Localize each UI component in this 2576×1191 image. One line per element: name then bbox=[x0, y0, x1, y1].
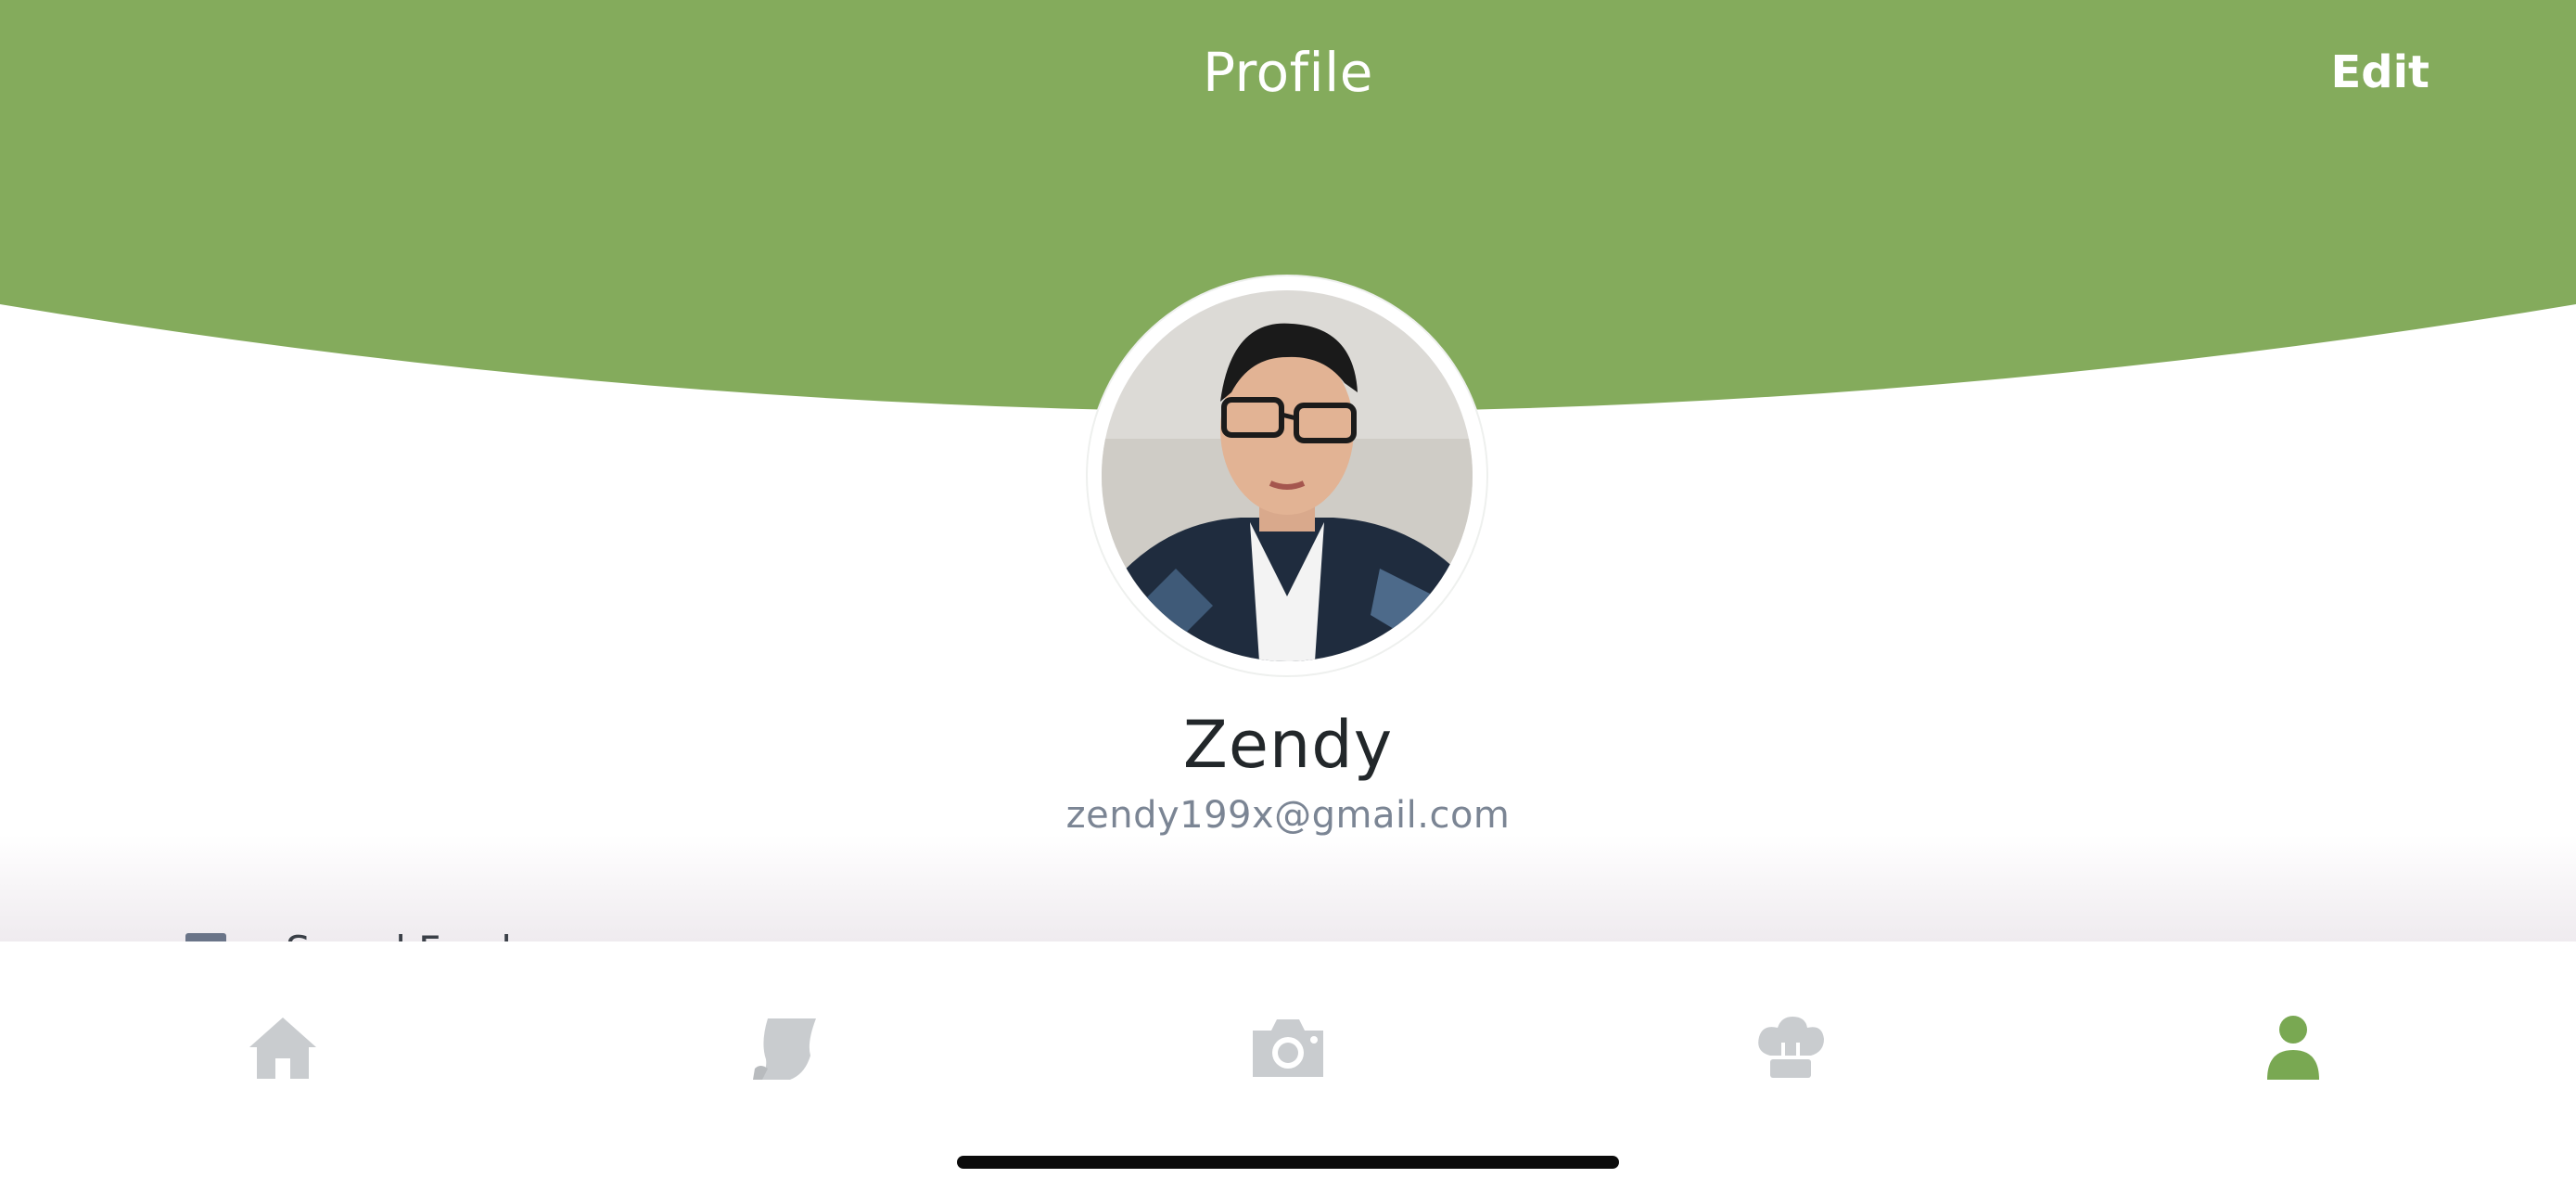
page-title: Profile bbox=[1203, 41, 1373, 104]
tab-profile[interactable] bbox=[2238, 1006, 2349, 1090]
profile-icon bbox=[2267, 1016, 2319, 1080]
tab-recipes[interactable] bbox=[729, 1006, 840, 1090]
tab-home[interactable] bbox=[227, 1006, 338, 1090]
user-name: Zendy bbox=[1182, 707, 1394, 783]
home-icon bbox=[249, 1018, 316, 1079]
tab-camera[interactable] bbox=[1232, 1006, 1344, 1090]
home-indicator bbox=[957, 1156, 1619, 1169]
avatar-photo bbox=[1102, 290, 1473, 661]
chef-hat-icon bbox=[1758, 1017, 1824, 1078]
tab-chef[interactable] bbox=[1735, 1006, 1846, 1090]
user-email: zendy199x@gmail.com bbox=[1065, 794, 1511, 837]
avatar[interactable] bbox=[1088, 276, 1486, 675]
edit-button[interactable]: Edit bbox=[2281, 46, 2429, 98]
recipe-note-icon bbox=[753, 1018, 816, 1080]
camera-icon bbox=[1253, 1019, 1323, 1077]
tab-bar bbox=[0, 941, 2576, 1191]
profile-screen: Profile Edit Zendy zendy199x@gmail.com bbox=[0, 0, 2576, 1191]
